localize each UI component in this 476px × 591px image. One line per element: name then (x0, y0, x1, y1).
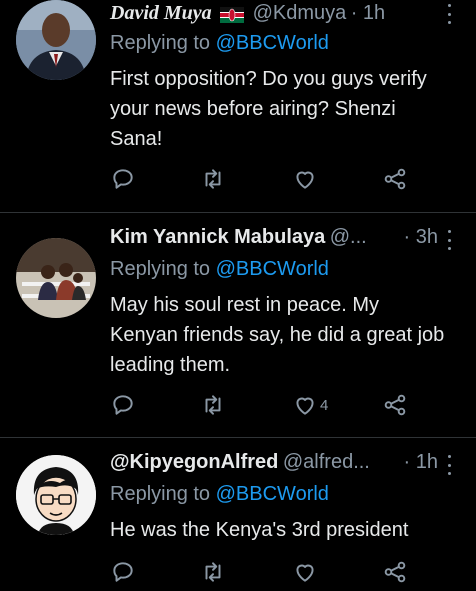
share-button[interactable] (382, 164, 408, 194)
replies-feed: David Muya @Kdmuya · 1h Replying to @BBC… (0, 0, 476, 591)
timestamp[interactable]: · 1h (404, 451, 438, 474)
replying-to-link[interactable]: @BBCWorld (216, 483, 329, 505)
like-count: 4 (320, 396, 329, 414)
like-button[interactable] (292, 164, 320, 194)
tweet[interactable]: @KipyegonAlfred @alfred... · 1h Replying… (0, 451, 476, 591)
replying-to: Replying to @BBCWorld (110, 32, 329, 55)
tweet[interactable]: David Muya @Kdmuya · 1h Replying to @BBC… (0, 0, 476, 212)
timestamp[interactable]: · 3h (404, 226, 438, 249)
share-icon (384, 561, 406, 583)
more-icon[interactable] (444, 4, 454, 24)
reply-button[interactable] (110, 164, 136, 194)
avatar[interactable] (16, 0, 96, 80)
like-icon (296, 397, 314, 415)
display-name[interactable]: @KipyegonAlfred (110, 451, 278, 473)
like-icon (296, 171, 314, 189)
tweet-header: Kim Yannick Mabulaya @... · 3h (110, 226, 460, 254)
share-button[interactable] (382, 390, 408, 420)
tweet[interactable]: Kim Yannick Mabulaya @... · 3h Replying … (0, 226, 476, 436)
share-icon (384, 168, 406, 190)
retweet-button[interactable] (200, 164, 226, 194)
reply-icon (113, 562, 133, 582)
user-handle[interactable]: @Kdmuya (253, 2, 347, 24)
like-icon (296, 564, 314, 582)
kenya-flag-icon (220, 6, 245, 23)
tweet-header: David Muya @Kdmuya · 1h (110, 2, 460, 30)
divider (0, 212, 476, 213)
tweet-actions (110, 164, 430, 194)
retweet-icon (205, 395, 221, 415)
replying-prefix: Replying to (110, 258, 216, 280)
replying-prefix: Replying to (110, 32, 216, 54)
retweet-button[interactable] (200, 557, 226, 587)
retweet-button[interactable] (200, 390, 226, 420)
tweet-header: @KipyegonAlfred @alfred... · 1h (110, 451, 460, 479)
user-handle[interactable]: @alfred... (283, 451, 370, 473)
tweet-text: He was the Kenya's 3rd president (110, 519, 409, 541)
reply-button[interactable] (110, 557, 136, 587)
timestamp[interactable]: · 1h (351, 2, 385, 24)
replying-prefix: Replying to (110, 483, 216, 505)
replying-to: Replying to @BBCWorld (110, 258, 329, 281)
share-button[interactable] (382, 557, 408, 587)
share-icon (384, 394, 406, 416)
display-name[interactable]: Kim Yannick Mabulaya (110, 226, 325, 248)
tweet-actions: 4 (110, 390, 430, 420)
like-button[interactable] (292, 557, 320, 587)
avatar[interactable] (16, 455, 96, 535)
reply-icon (113, 395, 133, 415)
retweet-icon (205, 562, 221, 582)
reply-icon (113, 169, 133, 189)
like-button[interactable]: 4 (292, 390, 328, 420)
more-icon[interactable] (444, 455, 454, 475)
divider (0, 437, 476, 438)
replying-to-link[interactable]: @BBCWorld (216, 258, 329, 280)
user-handle[interactable]: @... (330, 226, 367, 248)
tweet-actions (110, 557, 430, 587)
replying-to-link[interactable]: @BBCWorld (216, 32, 329, 54)
replying-to: Replying to @BBCWorld (110, 483, 329, 506)
display-name[interactable]: David Muya (110, 2, 212, 24)
reply-button[interactable] (110, 390, 136, 420)
tweet-text: First opposition? Do you guys verify you… (110, 68, 427, 150)
retweet-icon (205, 169, 221, 189)
tweet-text: May his soul rest in peace. My Kenyan fr… (110, 294, 445, 376)
more-icon[interactable] (444, 230, 454, 250)
avatar[interactable] (16, 238, 96, 318)
